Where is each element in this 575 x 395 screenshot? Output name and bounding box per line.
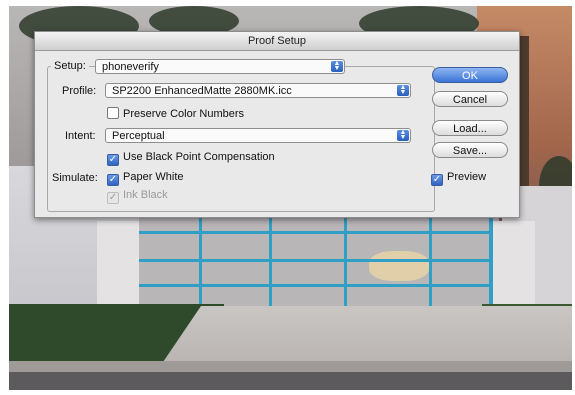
ink-black-checkbox: ✓ Ink Black — [107, 189, 168, 204]
black-point-compensation-checkbox[interactable]: ✓ Use Black Point Compensation — [107, 151, 275, 166]
driveway — [159, 306, 572, 368]
simulate-label: Simulate: — [52, 172, 98, 184]
checkmark-icon: ✓ — [107, 174, 119, 186]
intent-popup[interactable]: Perceptual ▲ ▼ — [105, 128, 411, 143]
ok-button[interactable]: OK — [432, 67, 508, 83]
checkbox-box — [107, 107, 119, 119]
preserve-color-numbers-checkbox[interactable]: Preserve Color Numbers — [107, 107, 244, 120]
cancel-button[interactable]: Cancel — [432, 91, 508, 107]
profile-label: Profile: — [62, 85, 97, 97]
setup-popup[interactable]: phoneverify ▲ ▼ — [95, 59, 345, 74]
black-point-compensation-label: Use Black Point Compensation — [123, 151, 275, 163]
gate-pillar — [97, 221, 139, 311]
paper-white-checkbox[interactable]: ✓ Paper White — [107, 171, 184, 186]
save-button[interactable]: Save... — [432, 142, 508, 158]
proof-setup-dialog: Proof Setup Setup: phoneverify ▲ ▼ Profil… — [34, 31, 520, 218]
up-down-chevrons-icon: ▲ ▼ — [331, 60, 343, 72]
up-down-chevrons-icon: ▲ ▼ — [397, 84, 409, 96]
road — [9, 372, 572, 390]
setup-value: phoneverify — [102, 61, 159, 73]
profile-popup[interactable]: SP2200 EnhancedMatte 2880MK.icc ▲ ▼ — [105, 83, 411, 98]
checkmark-icon: ✓ — [107, 154, 119, 166]
preview-checkbox[interactable]: ✓ Preview — [431, 171, 486, 186]
load-button[interactable]: Load... — [432, 120, 508, 136]
ink-black-label: Ink Black — [123, 189, 168, 201]
checkmark-icon: ✓ — [107, 192, 119, 204]
setup-label: Setup: — [51, 60, 89, 72]
paper-white-label: Paper White — [123, 171, 184, 183]
gate-pillar — [493, 221, 535, 311]
profile-value: SP2200 EnhancedMatte 2880MK.icc — [112, 85, 292, 97]
checkmark-icon: ✓ — [431, 174, 443, 186]
intent-value: Perceptual — [112, 130, 165, 142]
up-down-chevrons-icon: ▲ ▼ — [397, 129, 409, 141]
preserve-color-numbers-label: Preserve Color Numbers — [123, 108, 245, 120]
preview-label: Preview — [447, 171, 487, 183]
intent-label: Intent: — [65, 130, 96, 142]
blue-gate — [139, 211, 499, 306]
dialog-title: Proof Setup — [35, 32, 519, 51]
